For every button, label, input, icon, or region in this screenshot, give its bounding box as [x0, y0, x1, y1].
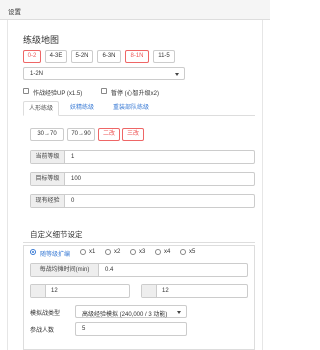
sortie-exp-up-checkbox[interactable]: [23, 88, 29, 94]
map-select[interactable]: 1-2N: [23, 67, 185, 80]
cycle-time-value: 0.4: [105, 267, 114, 273]
chevron-down-icon: [175, 73, 179, 76]
left-divider: [7, 20, 8, 350]
grid-icon: [142, 285, 157, 297]
tab-doll-leveling[interactable]: 人形练级: [23, 101, 59, 116]
target-level-field[interactable]: 目标等级 100: [30, 172, 255, 186]
map-button-8-1n[interactable]: 8-1N: [125, 50, 149, 63]
current-level-field[interactable]: 当前等级 1: [30, 150, 255, 164]
existing-exp-value: 0: [71, 198, 75, 204]
battle-type-value: 高级经验模拟 (240,000 / 3 动能): [82, 312, 168, 318]
existing-exp-field[interactable]: 现有经验 0: [30, 194, 255, 208]
panel-title: 设置: [8, 9, 21, 16]
left-count-value: 12: [51, 288, 58, 294]
cycle-time-label: 每战均摊时间(min): [31, 264, 99, 276]
left-count-field[interactable]: 12: [30, 284, 130, 298]
radio-x4[interactable]: [155, 249, 161, 255]
map-button-0-2[interactable]: 0-2: [23, 50, 41, 63]
target-level-label: 目标等级: [31, 173, 65, 185]
right-divider: [262, 20, 263, 350]
radio-x3[interactable]: [130, 249, 136, 255]
preset-mod2-button[interactable]: 二改: [98, 128, 120, 141]
current-level-value: 1: [71, 154, 75, 160]
radio-x4-label: x4: [164, 249, 171, 255]
participants-field[interactable]: 5: [75, 322, 187, 336]
right-count-value: 12: [162, 288, 169, 294]
radio-scale-with-level-label: 随等级扩编: [40, 252, 71, 258]
current-level-label: 当前等级: [31, 151, 65, 163]
map-button-11-5[interactable]: 11-5: [153, 50, 175, 63]
participants-label: 参战人数: [30, 328, 55, 334]
radio-x5-label: x5: [189, 249, 196, 255]
participants-value: 5: [82, 326, 86, 332]
panel-header: 设置: [0, 0, 270, 20]
pause-label: 暂停 (心智升级x2): [111, 91, 160, 97]
preset-70-90-button[interactable]: 70→90: [67, 128, 95, 141]
right-count-field[interactable]: 12: [141, 284, 248, 298]
radio-x2[interactable]: [105, 249, 111, 255]
map-select-value: 1-2N: [30, 71, 44, 77]
sortie-exp-up-label: 作战经验UP (x1.5): [33, 91, 83, 97]
preset-30-70-button[interactable]: 30→70: [30, 128, 64, 141]
battle-type-label: 模拟战类型: [30, 311, 61, 317]
tab-fairy-leveling[interactable]: 妖精练级: [64, 101, 100, 116]
target-level-value: 100: [71, 176, 82, 182]
map-button-6-3n[interactable]: 6-3N: [97, 50, 121, 63]
map-button-5-2n[interactable]: 5-2N: [71, 50, 93, 63]
cycle-time-field[interactable]: 每战均摊时间(min) 0.4: [30, 263, 248, 277]
radio-x1-label: x1: [89, 249, 96, 255]
battle-type-select[interactable]: 高级经验模拟 (240,000 / 3 动能): [75, 305, 187, 318]
map-button-4-3e[interactable]: 4-3E: [45, 50, 67, 63]
radio-scale-with-level[interactable]: [30, 249, 36, 255]
tab-heavy-unit-leveling[interactable]: 重装部队练级: [106, 101, 156, 116]
existing-exp-label: 现有经验: [31, 195, 65, 207]
map-section-title: 练级地图: [23, 35, 60, 45]
radio-x3-label: x3: [139, 249, 146, 255]
chevron-down-icon: [177, 311, 181, 314]
preset-mod3-button[interactable]: 三改: [122, 128, 144, 141]
details-divider: [23, 242, 255, 243]
radio-x2-label: x2: [114, 249, 121, 255]
calendar-icon: [31, 285, 46, 297]
details-section-title: 自定义细节设定: [30, 230, 83, 239]
radio-x1[interactable]: [80, 249, 86, 255]
radio-x5[interactable]: [180, 249, 186, 255]
pause-checkbox[interactable]: [101, 88, 107, 94]
